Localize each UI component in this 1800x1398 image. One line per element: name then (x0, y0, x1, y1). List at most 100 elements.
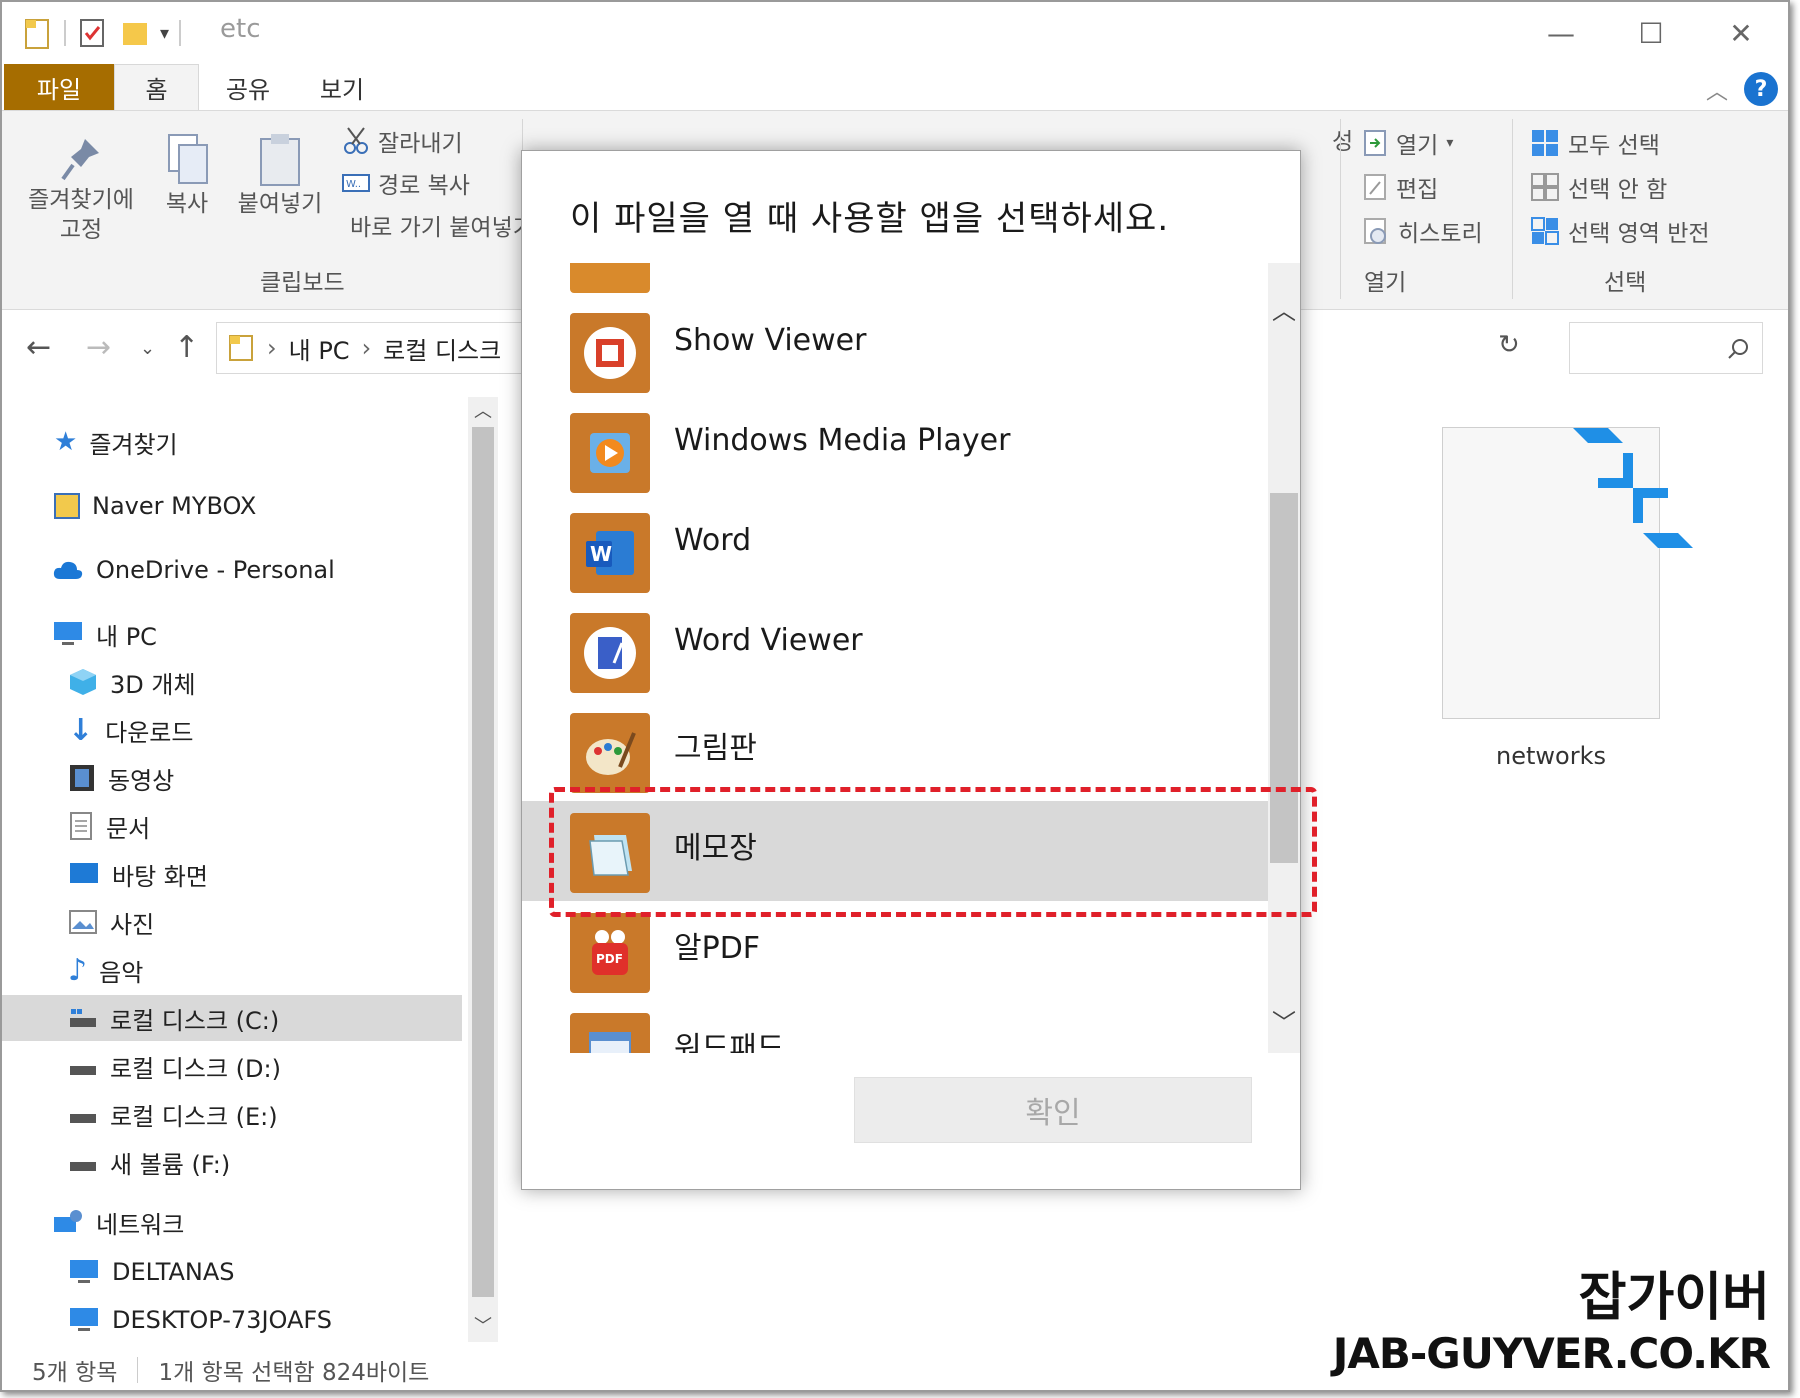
paint-icon (570, 713, 650, 793)
folder-icon[interactable] (24, 16, 52, 50)
copy-button[interactable]: 복사 (152, 131, 222, 219)
open-label: 열기 (1396, 133, 1439, 159)
nav-desktop[interactable]: 바탕 화면 (2, 851, 462, 897)
tab-share[interactable]: 공유 (208, 64, 288, 110)
app-list-scrollbar[interactable]: ︿ ﹀ (1268, 263, 1300, 1053)
cloud-icon (53, 561, 83, 579)
scroll-up-icon[interactable]: ︿ (1268, 291, 1300, 326)
svg-text:PDF: PDF (596, 952, 623, 966)
app-row-word-viewer[interactable]: Word Viewer (522, 601, 1270, 701)
nav-this-pc[interactable]: 내 PC (2, 611, 462, 657)
select-all-label: 모두 선택 (1568, 133, 1660, 159)
app-row-word[interactable]: W Word (522, 501, 1270, 601)
cut-button[interactable]: 잘라내기 (342, 121, 463, 161)
history-button[interactable]: 히스토리 (1362, 211, 1483, 251)
paste-shortcut-button[interactable]: 바로 가기 붙여넣기 (342, 205, 522, 245)
close-button[interactable]: ✕ (1696, 10, 1786, 56)
nav-desktop-pc[interactable]: DESKTOP-73JOAFS (2, 1297, 462, 1343)
nav-pictures[interactable]: 사진 (2, 899, 462, 945)
nav-disk-e[interactable]: 로컬 디스크 (E:) (2, 1091, 462, 1137)
scroll-down-icon[interactable]: ﹀ (474, 1312, 492, 1338)
ok-button[interactable]: 확인 (854, 1077, 1252, 1143)
drive-icon (70, 1066, 96, 1075)
ribbon-tabs: 파일 홈 공유 보기 ︿ ? (2, 64, 1788, 110)
nav-scroll-thumb[interactable] (472, 427, 494, 1297)
breadcrumb-this-pc[interactable]: 내 PC (289, 331, 350, 366)
nav-onedrive[interactable]: OneDrive - Personal (2, 547, 462, 593)
app-row-windows-media-player[interactable]: Windows Media Player (522, 401, 1270, 501)
invert-selection-button[interactable]: 선택 영역 반전 (1530, 211, 1710, 251)
maximize-button[interactable]: ☐ (1606, 10, 1696, 56)
search-input[interactable] (1569, 322, 1763, 374)
tab-home[interactable]: 홈 (114, 64, 199, 110)
nav-network[interactable]: 네트워크 (2, 1199, 462, 1245)
star-icon: ★ (54, 427, 78, 457)
nav-scrollbar[interactable]: ︿ ﹀ (468, 397, 498, 1342)
tab-file[interactable]: 파일 (4, 64, 114, 110)
app-label: Word Viewer (674, 623, 863, 658)
copy-icon (168, 134, 208, 184)
alpdf-icon: PDF (570, 913, 650, 993)
nav-downloads[interactable]: ↓ 다운로드 (2, 707, 462, 753)
cube-icon (70, 669, 96, 695)
collapse-ribbon-icon[interactable]: ︿ (1706, 74, 1728, 106)
nav-documents[interactable]: 문서 (2, 803, 462, 849)
drive-icon (70, 1114, 96, 1123)
open-dropdown-icon[interactable]: ▾ (1446, 135, 1453, 151)
cut-label: 잘라내기 (378, 131, 463, 157)
nav-quick-access[interactable]: ★ 즐겨찾기 (2, 419, 462, 465)
new-folder-icon[interactable] (120, 17, 150, 49)
breadcrumb-local-disk[interactable]: 로컬 디스크 (383, 331, 501, 366)
nav-disk-f[interactable]: 새 볼륨 (F:) (2, 1139, 462, 1185)
app-row-wordpad[interactable]: 워드패드 (522, 1001, 1270, 1053)
app-list: Show Viewer Windows Media Player W Word … (522, 263, 1302, 1053)
properties-icon[interactable] (78, 17, 106, 49)
up-arrow-icon[interactable]: ↑ (174, 330, 199, 365)
select-all-button[interactable]: 모두 선택 (1530, 123, 1660, 163)
nav-videos[interactable]: 동영상 (2, 755, 462, 801)
music-note-icon: ♪ (68, 952, 88, 988)
invert-selection-icon (1531, 217, 1559, 245)
invert-selection-label: 선택 영역 반전 (1568, 221, 1710, 247)
tab-view[interactable]: 보기 (302, 64, 382, 110)
nav-music[interactable]: ♪ 음악 (2, 947, 462, 993)
file-thumbnail[interactable] (1442, 427, 1693, 719)
window-title: etc (220, 14, 261, 44)
nav-disk-d[interactable]: 로컬 디스크 (D:) (2, 1043, 462, 1089)
nav-3d-objects[interactable]: 3D 개체 (2, 659, 462, 705)
computer-icon (54, 622, 82, 645)
navigation-pane: ★ 즐겨찾기 Naver MYBOX OneDrive - Personal 내… (2, 397, 498, 1343)
edit-icon (1364, 174, 1386, 200)
select-none-button[interactable]: 선택 안 함 (1530, 167, 1667, 207)
back-arrow-icon[interactable]: ← (26, 330, 51, 365)
nav-naver-mybox[interactable]: Naver MYBOX (2, 483, 462, 529)
scroll-up-icon[interactable]: ︿ (474, 397, 492, 423)
customize-qa-icon[interactable]: ▾ (160, 23, 169, 44)
app-row-partial[interactable] (522, 263, 1270, 301)
download-arrow-icon: ↓ (68, 712, 94, 748)
app-row-paint[interactable]: 그림판 (522, 701, 1270, 801)
forward-arrow-icon[interactable]: → (86, 330, 111, 365)
watermark-url: JAB-GUYVER.CO.KR (1332, 1329, 1771, 1378)
paste-button[interactable]: 붙여넣기 (230, 131, 330, 219)
pin-to-quick-access-button[interactable]: 즐겨찾기에 고정 (16, 135, 146, 245)
nav-deltanas[interactable]: DELTANAS (2, 1249, 462, 1295)
word-icon: W (570, 513, 650, 593)
network-icon (54, 1210, 82, 1232)
open-button[interactable]: 열기 ▾ (1362, 123, 1453, 163)
media-player-icon (570, 413, 650, 493)
document-icon (70, 812, 92, 840)
app-row-show-viewer[interactable]: Show Viewer (522, 301, 1270, 401)
file-name[interactable]: networks (1442, 742, 1660, 770)
select-none-icon (1531, 173, 1559, 201)
refresh-icon[interactable]: ↻ (1498, 330, 1520, 360)
nav-disk-c[interactable]: 로컬 디스크 (C:) (2, 995, 462, 1041)
search-icon (1728, 339, 1748, 359)
recent-locations-icon[interactable]: ⌄ (140, 338, 155, 359)
copy-path-button[interactable]: W.. 경로 복사 (342, 163, 470, 203)
help-icon[interactable]: ? (1744, 72, 1778, 106)
minimize-button[interactable]: — (1516, 10, 1606, 56)
scroll-down-icon[interactable]: ﹀ (1268, 1003, 1300, 1038)
clipboard-icon (260, 134, 300, 186)
edit-button[interactable]: 편집 (1362, 167, 1438, 207)
